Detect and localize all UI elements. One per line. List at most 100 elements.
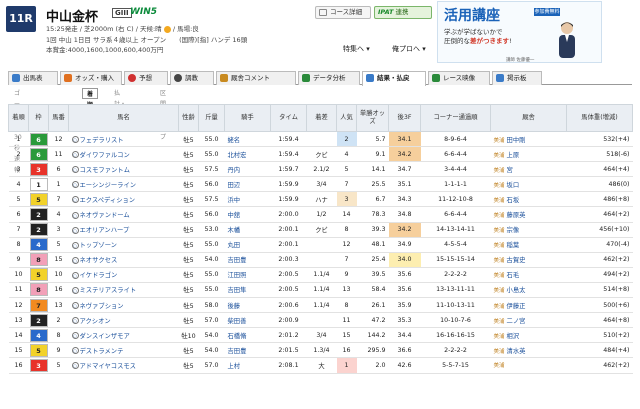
trainer-name[interactable]: 宗像 [507, 227, 520, 234]
trainer-cell[interactable]: 美浦 古賀史 [490, 252, 567, 268]
horse-name[interactable]: エクスペディション [80, 197, 136, 204]
ad-banner[interactable]: 活用講座 参加費無料 学ぶが学ばないかで 圧倒的な差がつきます! 講師 佐藤優一 [437, 1, 602, 63]
horse-name-cell[interactable]: ○ イケドラゴン [68, 267, 179, 283]
tab-chokyo[interactable]: 調教 [170, 71, 214, 85]
trainer-name[interactable]: 坂口 [507, 182, 520, 189]
table-row[interactable]: 4 1 1 ○ エーシンジーライン 牡5 56.0 田辺 1:59.9 3/4 7 25.5 35.1 1… [8, 176, 633, 193]
subtab-lap[interactable]: 区間ラップ [156, 88, 170, 141]
trainer-cell[interactable]: 美浦 小島太 [490, 282, 567, 299]
subtab-chakujun[interactable]: 着順 [82, 88, 99, 109]
horse-name-cell[interactable]: ○ フェデラリスト [68, 131, 179, 148]
table-row[interactable]: 16 3 5 ○ アドマイヤコスモス 牡5 57.0 上村 2:08.1 大 1 2.0 42.6 5-5… [8, 357, 633, 374]
tab-comment[interactable]: 厩舎コメント [216, 71, 296, 85]
col-odds[interactable]: 単勝オッズ [356, 104, 389, 132]
tab-board[interactable]: 掲示板 [492, 71, 542, 85]
trainer-name[interactable]: 藤原英 [507, 212, 526, 219]
horse-name[interactable]: エーシンジーライン [80, 182, 137, 189]
trainer-cell[interactable]: 美浦 宮 [490, 161, 567, 178]
trainer-name[interactable]: 小島太 [507, 287, 526, 294]
trainer-name[interactable]: 相沢 [507, 333, 520, 340]
col-trainer[interactable]: 厩舎 [490, 104, 567, 132]
trainer-name[interactable]: 宮 [507, 167, 513, 174]
table-row[interactable]: 15 5 9 ○ デストラメンテ 牡5 54.0 吉田豊 2:01.5 1.3/4 16 295.9 3… [8, 342, 633, 359]
trainer-cell[interactable]: 美浦 坂口 [490, 176, 567, 193]
tab-shutsuba[interactable]: 出馬表 [8, 71, 58, 85]
horse-name-cell[interactable]: ○ アクシオン [68, 312, 179, 329]
horse-name-cell[interactable]: ○ ネオサクセス [68, 252, 179, 268]
table-row[interactable]: 14 4 8 ○ ダンスインザモア 牡10 54.0 石橋脩 2:01.2 3/4 15 144.2 3… [8, 327, 633, 344]
horse-name[interactable]: トップゾーン [80, 242, 117, 249]
course-detail-button[interactable]: コース詳細 [315, 6, 371, 19]
tab-data[interactable]: データ分析 [298, 71, 360, 85]
horse-name[interactable]: コスモファントム [80, 167, 130, 174]
table-row[interactable]: 3 3 6 ○ コスモファントム 牡5 57.5 丹内 1:59.7 2.1/2 5 14.1 34.7… [8, 161, 633, 178]
col-waku[interactable]: 枠 [28, 104, 49, 132]
horse-name[interactable]: アクシオン [80, 318, 111, 325]
trainer-name[interactable]: 上原 [507, 152, 520, 159]
tab-odds[interactable]: オッズ・購入 [60, 71, 122, 85]
table-row[interactable]: 1 6 12 ○ フェデラリスト 牡5 55.0 蛯名 1:59.4 2 5.7 34.1 8-9-6-… [8, 131, 633, 148]
trainer-cell[interactable]: 美浦 稲葉 [490, 237, 567, 253]
jockey-name[interactable]: 木幡 [224, 222, 271, 238]
jockey-name[interactable]: 吉田豊 [224, 252, 271, 268]
trainer-name[interactable]: 伊藤正 [507, 303, 526, 310]
tab-yoso[interactable]: 予想 [124, 71, 168, 85]
col-num[interactable]: 馬番 [48, 104, 69, 132]
trainer-cell[interactable]: 美浦 伊藤正 [490, 297, 567, 314]
horse-name[interactable]: ネヴァブション [80, 303, 124, 310]
col-jockey[interactable]: 騎手 [224, 104, 271, 132]
col-pop[interactable]: 人気 [336, 104, 357, 132]
ipat-link-button[interactable]: IPAT 連携 [374, 6, 432, 19]
jockey-name[interactable]: 吉田豊 [224, 342, 271, 359]
col-weight[interactable]: 斤量 [198, 104, 225, 132]
jockey-name[interactable]: 浜中 [224, 191, 271, 208]
horse-name-cell[interactable]: ○ エオリアンハープ [68, 222, 179, 238]
jockey-name[interactable]: 中舘 [224, 206, 271, 223]
trainer-name[interactable]: 田中剛 [507, 137, 526, 144]
col-last3f[interactable]: 後3F [388, 104, 421, 132]
col-horse[interactable]: 馬名 [68, 104, 179, 132]
horse-name[interactable]: イケドラゴン [80, 272, 118, 279]
horse-name-cell[interactable]: ○ アドマイヤコスモス [68, 357, 179, 374]
horse-name[interactable]: アドマイヤコスモス [80, 363, 136, 370]
col-sex[interactable]: 性齢 [178, 104, 199, 132]
tokusyu-link[interactable]: 特集ヘ ▾ [343, 44, 370, 54]
trainer-name[interactable]: 石坂 [507, 197, 520, 204]
subtab-haraimodoshi[interactable]: 払計・回顧 [110, 88, 130, 119]
tab-result[interactable]: 結果・払戻 [362, 71, 426, 86]
horse-name[interactable]: エオリアンハープ [80, 227, 130, 234]
table-row[interactable]: 9 8 15 ○ ネオサクセス 牡5 54.0 吉田豊 2:00.3 7 25.4 34.0 15-15… [8, 252, 633, 268]
table-row[interactable]: 7 2 3 ○ エオリアンハープ 牡5 53.0 木幡 2:00.1 クビ 8 39.3 34.2 14-… [8, 222, 633, 238]
col-corner[interactable]: コーナー通過順 [420, 104, 491, 132]
table-row[interactable]: 5 5 7 ○ エクスペディション 牡5 57.5 浜中 1:59.9 ハナ 3 6.7 34.3 11-… [8, 191, 633, 208]
table-row[interactable]: 6 2 4 ○ ネオヴァンドーム 牡5 56.0 中舘 2:00.0 1/2 14 78.3 34.8 6… [8, 206, 633, 223]
horse-name-cell[interactable]: ○ ネオヴァンドーム [68, 206, 179, 223]
horse-name[interactable]: ダンスインザモア [80, 333, 130, 340]
trainer-cell[interactable]: 美浦 [490, 357, 567, 374]
trainer-name[interactable]: 稲葉 [507, 242, 520, 249]
trainer-name[interactable]: 古賀史 [507, 257, 526, 264]
table-row[interactable]: 2 6 11 ○ ダイワファルコン 牡5 55.0 北村宏 1:59.4 クビ 4 9.1 34.2 6-… [8, 146, 633, 163]
table-row[interactable]: 12 7 13 ○ ネヴァブション 牡5 58.0 後藤 2:00.6 1.1/4 8 26.1 35.… [8, 297, 633, 314]
jockey-name[interactable]: 丸田 [224, 237, 271, 253]
horse-name-cell[interactable]: ○ トップゾーン [68, 237, 179, 253]
jockey-name[interactable]: 後藤 [224, 297, 271, 314]
trainer-cell[interactable]: 美浦 石毛 [490, 267, 567, 283]
horse-name[interactable]: ダイワファルコン [80, 152, 130, 159]
trainer-name[interactable]: 二ノ宮 [507, 318, 526, 325]
horse-name[interactable]: ミステリアスライト [80, 287, 137, 294]
trainer-cell[interactable]: 美浦 田中剛 [490, 131, 567, 148]
col-time[interactable]: タイム [270, 104, 307, 132]
table-row[interactable]: 8 4 5 ○ トップゾーン 牡5 55.0 丸田 2:00.1 12 48.1 34.9 4-5-5-… [8, 237, 633, 253]
jockey-name[interactable]: 江田照 [224, 267, 271, 283]
horse-name[interactable]: ネオサクセス [80, 257, 118, 264]
trainer-cell[interactable]: 美浦 相沢 [490, 327, 567, 344]
horse-name-cell[interactable]: ○ コスモファントム [68, 161, 179, 178]
horse-name-cell[interactable]: ○ エーシンジーライン [68, 176, 179, 193]
col-diff[interactable]: 着差 [306, 104, 337, 132]
horse-name-cell[interactable]: ○ ダイワファルコン [68, 146, 179, 163]
col-horse-weight[interactable]: 馬体重(増減) [566, 104, 633, 132]
trainer-name[interactable]: 石毛 [507, 272, 520, 279]
trainer-cell[interactable]: 美浦 清水英 [490, 342, 567, 359]
horse-name-cell[interactable]: ○ ネヴァブション [68, 297, 179, 314]
